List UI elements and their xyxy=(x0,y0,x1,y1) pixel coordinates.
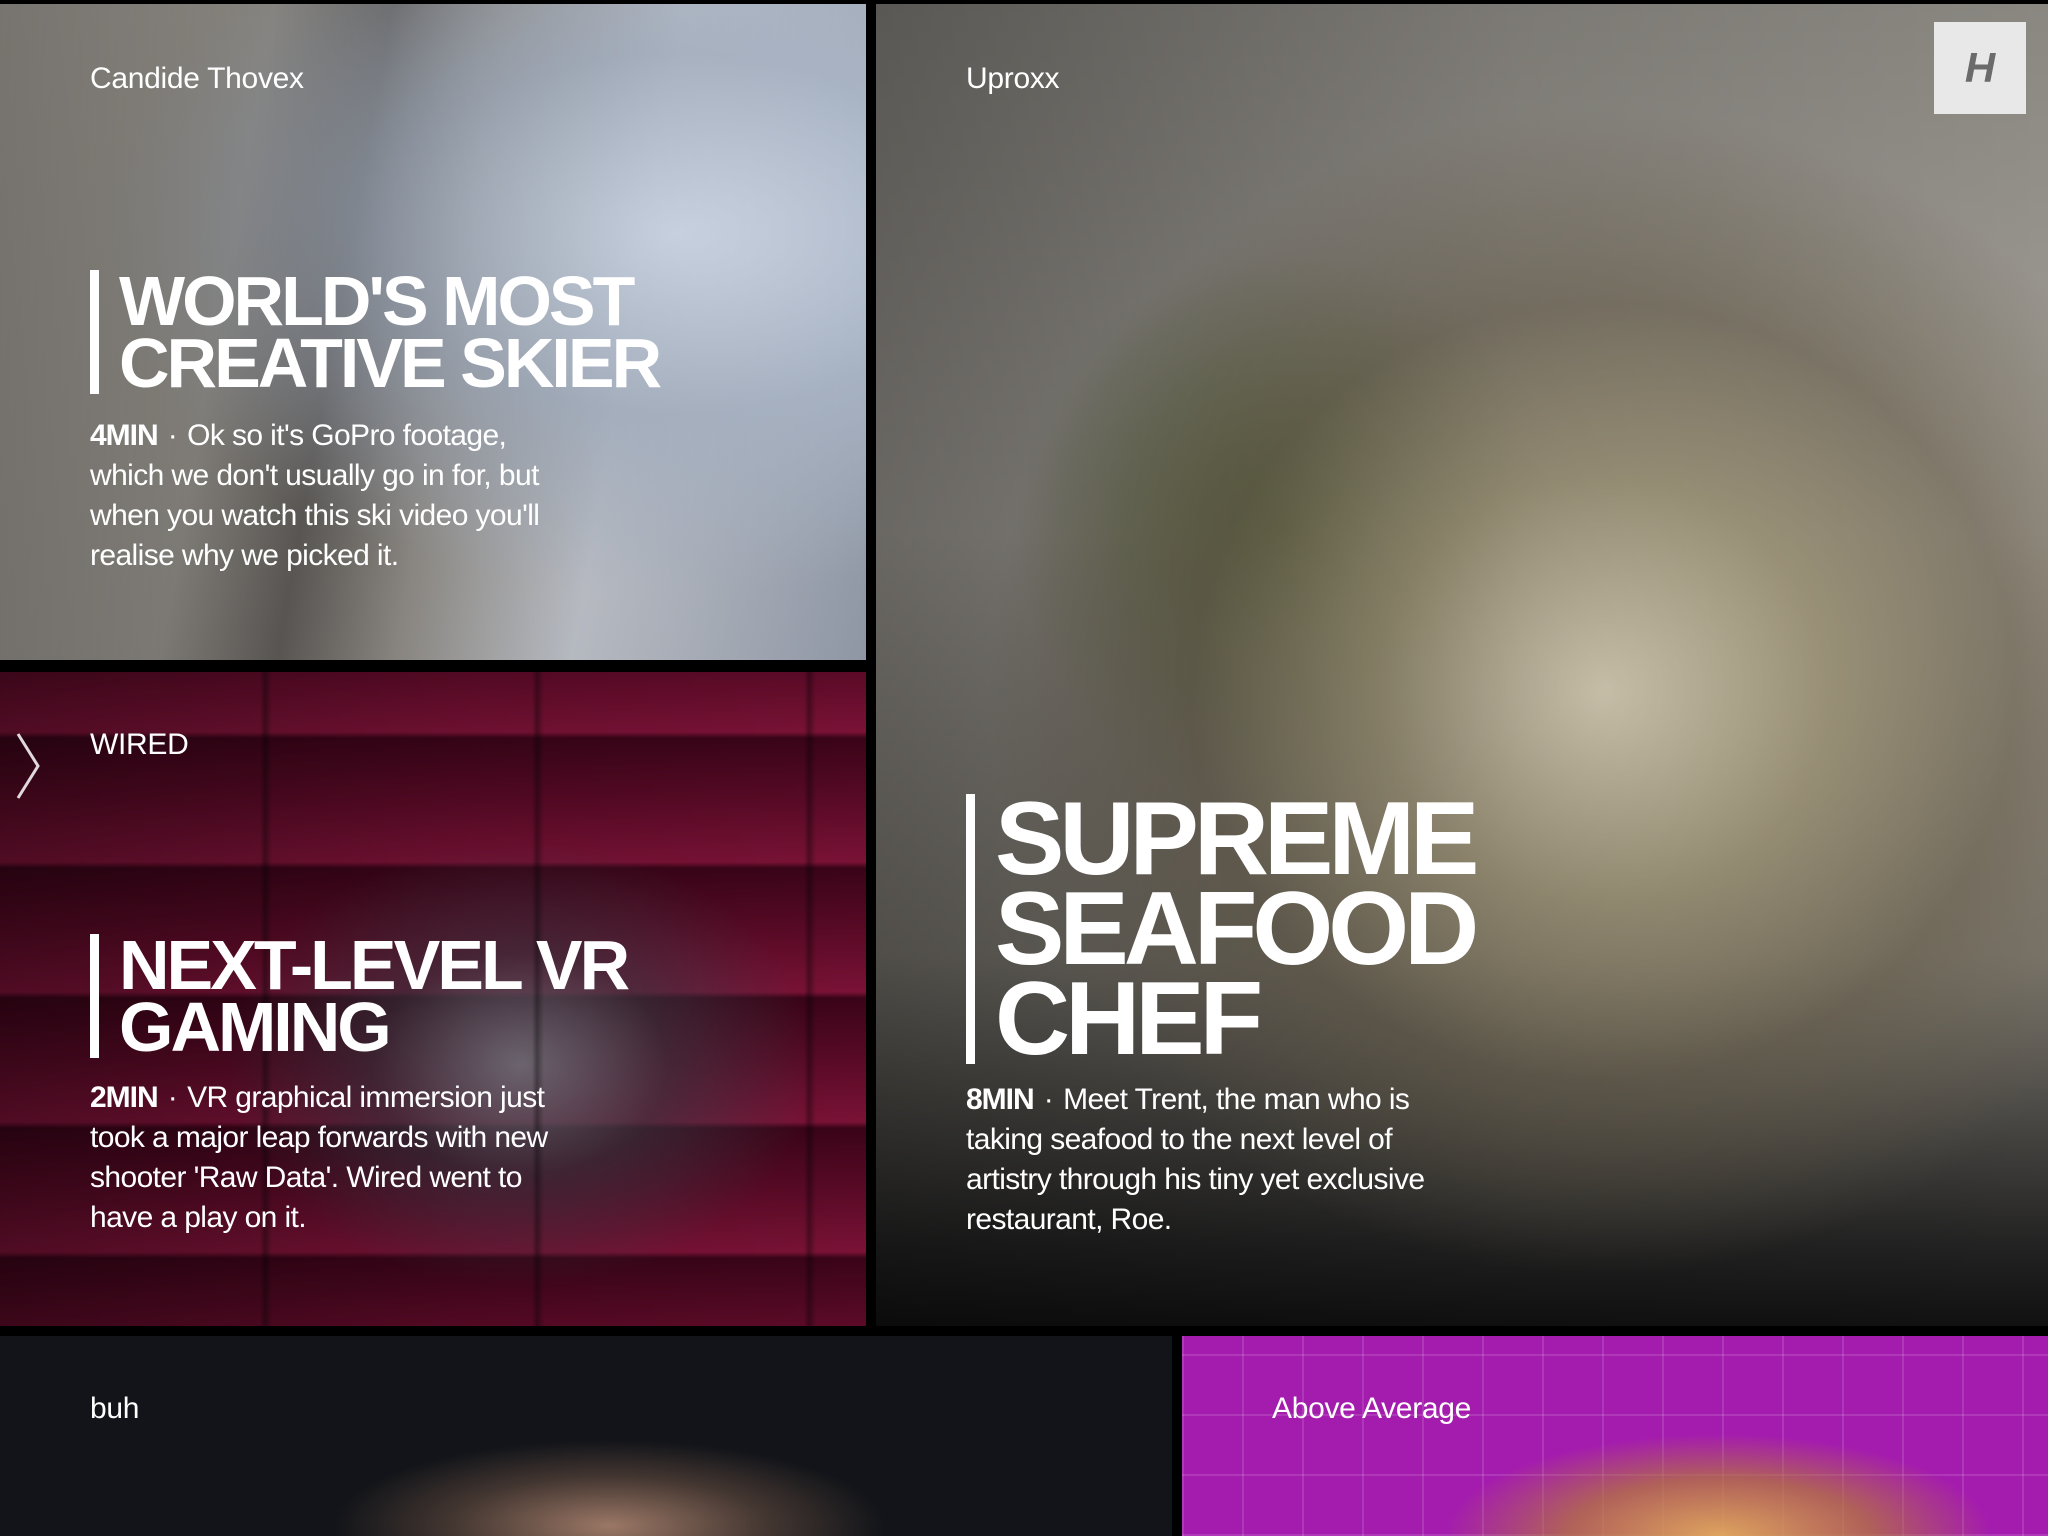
duration-label: 8MIN xyxy=(966,1083,1035,1116)
video-tile-buh[interactable]: buh xyxy=(0,1336,1172,1536)
headline-line: WORLD'S MOST xyxy=(119,262,635,340)
logo-letter: H xyxy=(1964,44,1996,91)
tile-headline: SUPREME SEAFOOD CHEF xyxy=(966,787,1479,1077)
headline-line: CHEF xyxy=(995,961,1263,1077)
description-line: which we don't usually go in for, but xyxy=(90,459,539,492)
description-line: VR graphical immersion just xyxy=(187,1081,545,1114)
tile-source: Above Average xyxy=(1272,1392,1472,1425)
tile-headline: WORLD'S MOST CREATIVE SKIER xyxy=(90,262,662,402)
separator-dot: · xyxy=(167,419,178,452)
duration-label: 2MIN xyxy=(90,1081,159,1114)
description-line: artistry through his tiny yet exclusive xyxy=(966,1163,1425,1196)
tile-source: WIRED xyxy=(90,728,189,761)
tile-source: buh xyxy=(90,1392,140,1425)
separator-dot: · xyxy=(1043,1083,1054,1116)
video-tile-above-average[interactable]: Above Average xyxy=(1182,1336,2048,1536)
chevron-right-icon[interactable] xyxy=(10,730,46,802)
video-tile-vr[interactable]: WIRED NEXT-LEVEL VR GAMING 2MIN · VR graph… xyxy=(0,672,866,1326)
tile-source: Candide Thovex xyxy=(90,62,304,95)
tile-description: 8MIN · Meet Trent, the man who is taking s… xyxy=(966,1080,1526,1240)
tile-description: 4MIN · Ok so it's GoPro footage, which we … xyxy=(90,416,610,576)
tile-headline: NEXT-LEVEL VR GAMING xyxy=(90,926,630,1066)
description-line: Meet Trent, the man who is xyxy=(1063,1083,1410,1116)
headline-line: GAMING xyxy=(119,988,392,1066)
video-tile-ski[interactable]: Candide Thovex WORLD'S MOST CREATIVE SKI… xyxy=(0,4,866,660)
description-line: Ok so it's GoPro footage, xyxy=(187,419,507,452)
description-line: realise why we picked it. xyxy=(90,539,399,572)
description-line: restaurant, Roe. xyxy=(966,1203,1172,1236)
headline-line: CREATIVE SKIER xyxy=(119,324,662,402)
h-logo-icon[interactable]: H xyxy=(1934,22,2026,114)
description-line: have a play on it. xyxy=(90,1201,307,1234)
video-tile-seafood[interactable]: Uproxx SUPREME SEAFOOD CHEF 8MIN · Meet Tr… xyxy=(876,4,2048,1326)
separator-dot: · xyxy=(167,1081,178,1114)
description-line: shooter 'Raw Data'. Wired went to xyxy=(90,1161,522,1194)
description-line: when you watch this ski video you'll xyxy=(90,499,540,532)
headline-line: NEXT-LEVEL VR xyxy=(119,926,630,1004)
tile-source: Uproxx xyxy=(966,62,1060,95)
description-line: took a major leap forwards with new xyxy=(90,1121,548,1154)
duration-label: 4MIN xyxy=(90,419,159,452)
description-line: taking seafood to the next level of xyxy=(966,1123,1393,1156)
tile-description: 2MIN · VR graphical immersion just took a … xyxy=(90,1078,610,1238)
